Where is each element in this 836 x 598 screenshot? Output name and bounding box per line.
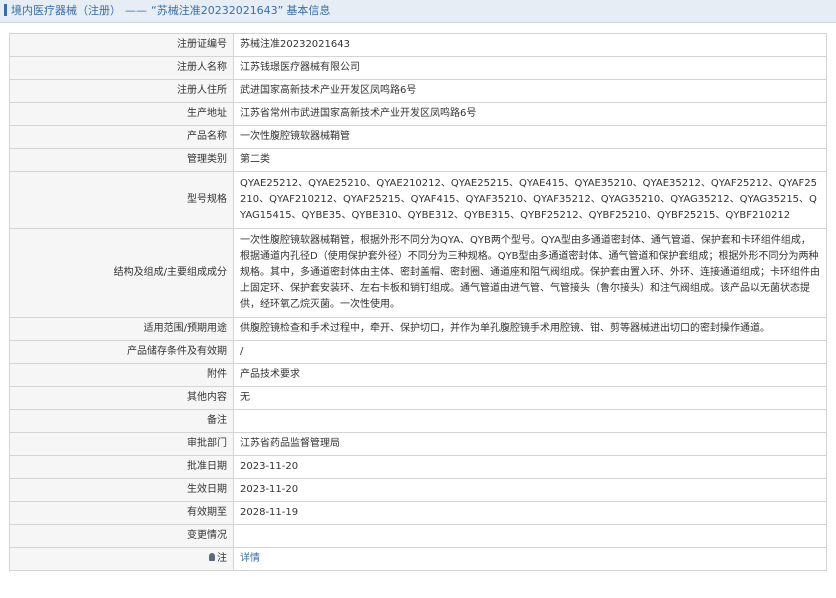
table-row: 其他内容 无 (9, 386, 827, 410)
header-suffix: 基本信息 (286, 4, 331, 17)
note-row-value: 详情 (233, 547, 827, 571)
row-label: 生效日期 (9, 478, 234, 502)
row-label: 生产地址 (9, 102, 234, 126)
page-header: 境内医疗器械（注册） —— “苏械注准20232021643” 基本信息 (0, 0, 836, 23)
row-label: 产品名称 (9, 125, 234, 149)
row-label: 适用范围/预期用途 (9, 317, 234, 341)
table-row: 附件 产品技术要求 (9, 363, 827, 387)
row-label: 附件 (9, 363, 234, 387)
row-value (233, 409, 827, 433)
row-label: 备注 (9, 409, 234, 433)
row-label: 注册证编号 (9, 33, 234, 57)
table-row: 型号规格 QYAE25212、QYAE25210、QYAE210212、QYAE… (9, 171, 827, 229)
row-value: 2023-11-20 (233, 455, 827, 479)
table-row: 变更情况 (9, 524, 827, 548)
table-row: 注册证编号 苏械注准20232021643 (9, 33, 827, 57)
row-label: 型号规格 (9, 171, 234, 229)
note-row-label: 注 (9, 547, 234, 571)
row-value: 供腹腔镜检查和手术过程中，牵开、保护切口，并作为单孔腹腔镜手术用腔镜、钳、剪等器… (233, 317, 827, 341)
row-label: 注册人名称 (9, 56, 234, 80)
note-label: 注 (217, 553, 227, 564)
row-label: 批准日期 (9, 455, 234, 479)
row-value: 无 (233, 386, 827, 410)
row-label: 变更情况 (9, 524, 234, 548)
table-row: 适用范围/预期用途 供腹腔镜检查和手术过程中，牵开、保护切口，并作为单孔腹腔镜手… (9, 317, 827, 341)
info-table-container: 注册证编号 苏械注准20232021643 注册人名称 江苏钱璟医疗器械有限公司… (9, 33, 827, 571)
row-value: 江苏省常州市武进国家高新技术产业开发区凤鸣路6号 (233, 102, 827, 126)
row-label: 管理类别 (9, 148, 234, 172)
row-label: 结构及组成/主要组成成分 (9, 228, 234, 318)
row-label: 审批部门 (9, 432, 234, 456)
table-row: 注 详情 (9, 547, 827, 571)
row-value: / (233, 340, 827, 364)
row-value (233, 524, 827, 548)
row-value: 2023-11-20 (233, 478, 827, 502)
table-row: 注册人名称 江苏钱璟医疗器械有限公司 (9, 56, 827, 80)
row-value: 武进国家高新技术产业开发区凤鸣路6号 (233, 79, 827, 103)
header-separator: —— (125, 4, 147, 17)
table-row: 注册人住所 武进国家高新技术产业开发区凤鸣路6号 (9, 79, 827, 103)
section-marker-icon (4, 4, 7, 16)
row-label: 产品储存条件及有效期 (9, 340, 234, 364)
row-value: 第二类 (233, 148, 827, 172)
details-link[interactable]: 详情 (240, 553, 260, 564)
table-row: 生效日期 2023-11-20 (9, 478, 827, 502)
row-value: 江苏省药品监督管理局 (233, 432, 827, 456)
row-value: QYAE25212、QYAE25210、QYAE210212、QYAE25215… (233, 171, 827, 229)
table-row: 生产地址 江苏省常州市武进国家高新技术产业开发区凤鸣路6号 (9, 102, 827, 126)
table-row: 产品储存条件及有效期 / (9, 340, 827, 364)
info-table: 注册证编号 苏械注准20232021643 注册人名称 江苏钱璟医疗器械有限公司… (9, 33, 827, 571)
header-section: 境内医疗器械（注册） (11, 4, 121, 17)
row-value: 一次性腹腔镜软器械鞘管 (233, 125, 827, 149)
row-label: 有效期至 (9, 501, 234, 525)
row-value: 2028-11-19 (233, 501, 827, 525)
table-row: 批准日期 2023-11-20 (9, 455, 827, 479)
table-row: 管理类别 第二类 (9, 148, 827, 172)
table-row: 有效期至 2028-11-19 (9, 501, 827, 525)
row-label: 注册人住所 (9, 79, 234, 103)
table-row: 备注 (9, 409, 827, 433)
table-row: 产品名称 一次性腹腔镜软器械鞘管 (9, 125, 827, 149)
row-label: 其他内容 (9, 386, 234, 410)
table-row: 结构及组成/主要组成成分 一次性腹腔镜软器械鞘管，根据外形不同分为QYA、QYB… (9, 228, 827, 318)
header-reg-no: “苏械注准20232021643” (151, 4, 284, 17)
row-value: 产品技术要求 (233, 363, 827, 387)
row-value: 苏械注准20232021643 (233, 33, 827, 57)
row-value: 一次性腹腔镜软器械鞘管，根据外形不同分为QYA、QYB两个型号。QYA型由多通道… (233, 228, 827, 318)
table-row: 审批部门 江苏省药品监督管理局 (9, 432, 827, 456)
row-value: 江苏钱璟医疗器械有限公司 (233, 56, 827, 80)
lightbulb-icon (209, 553, 215, 561)
